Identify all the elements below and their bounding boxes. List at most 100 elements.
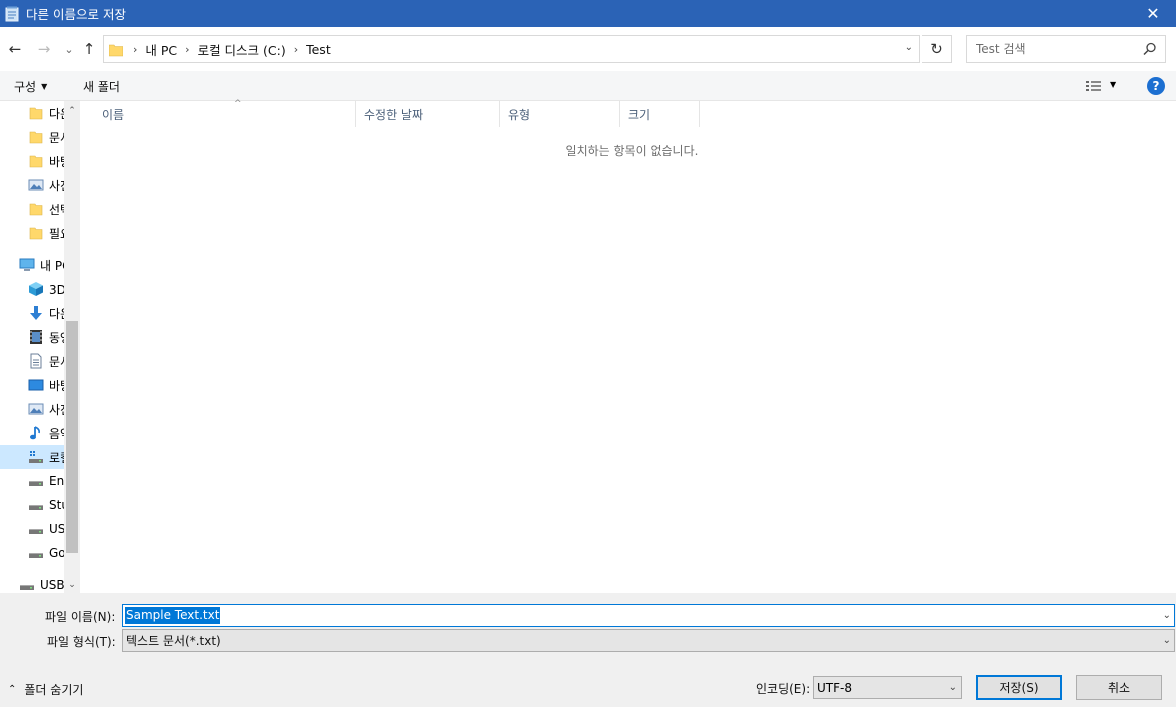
command-bar: 구성 ▼ 새 폴더 ▼ ? bbox=[0, 71, 1176, 101]
save-form: 파일 이름(N): Sample Text.txt ⌄ 파일 형식(T): 텍스… bbox=[0, 593, 1176, 707]
hide-folders-label: 폴더 숨기기 bbox=[24, 683, 84, 697]
sidebar-item[interactable]: 로컬 디스크 (C:) bbox=[0, 445, 64, 469]
sidebar-item-label: USB bbox=[40, 578, 64, 592]
column-size[interactable]: 크기 bbox=[620, 101, 700, 127]
sidebar-item[interactable]: Entertainment bbox=[0, 469, 64, 493]
download-icon bbox=[28, 305, 44, 321]
sidebar-item-label: 로컬 디스크 (C:) bbox=[49, 450, 64, 465]
sidebar-item[interactable]: Study bbox=[0, 493, 64, 517]
help-button[interactable]: ? bbox=[1147, 77, 1165, 95]
folder-icon bbox=[108, 43, 124, 57]
column-name[interactable]: 이름 ^ bbox=[94, 99, 356, 127]
up-button[interactable]: ↑ bbox=[80, 39, 98, 59]
address-bar[interactable]: › 내 PC › 로컬 디스크 (C:) › Test ⌄ bbox=[103, 35, 920, 63]
sidebar-item-label: 선택 bbox=[49, 202, 64, 217]
usb-drive-icon bbox=[19, 577, 35, 593]
chevron-down-icon[interactable]: ⌄ bbox=[1163, 635, 1171, 646]
close-button[interactable]: ✕ bbox=[1130, 0, 1176, 27]
sidebar-item[interactable]: 사진 bbox=[0, 173, 64, 197]
scroll-up-button[interactable]: ⌃ bbox=[64, 103, 80, 119]
sidebar-item[interactable]: 다운로드 bbox=[0, 101, 64, 125]
sidebar-item[interactable]: 사진 bbox=[0, 397, 64, 421]
scroll-down-button[interactable]: ⌄ bbox=[64, 577, 80, 593]
sidebar-item[interactable]: 동영상 bbox=[0, 325, 64, 349]
breadcrumb-local-disk[interactable]: 로컬 디스크 (C:) bbox=[198, 40, 286, 59]
save-button[interactable]: 저장(S) bbox=[976, 675, 1062, 700]
refresh-button[interactable]: ↻ bbox=[922, 35, 952, 63]
chevron-down-icon[interactable]: ⌄ bbox=[1163, 610, 1171, 621]
search-input[interactable] bbox=[976, 42, 1136, 56]
encoding-value: UTF-8 bbox=[817, 680, 852, 695]
sidebar-item[interactable]: 선택 bbox=[0, 197, 64, 221]
view-details-icon[interactable] bbox=[1085, 79, 1103, 93]
chevron-down-icon[interactable]: ⌄ bbox=[949, 682, 957, 693]
drive-icon bbox=[28, 497, 44, 513]
sidebar-item[interactable]: 음악 bbox=[0, 421, 64, 445]
file-list[interactable]: 이름 ^ 수정한 날짜 유형 크기 일치하는 항목이 없습니다. bbox=[80, 99, 1176, 593]
back-button[interactable]: ← bbox=[6, 39, 24, 59]
column-type-label: 유형 bbox=[508, 107, 531, 122]
column-date-modified[interactable]: 수정한 날짜 bbox=[356, 101, 500, 127]
sidebar-item[interactable]: 문서 bbox=[0, 125, 64, 149]
sidebar-item-label: 다운로드 bbox=[49, 306, 64, 321]
sidebar-item-label: USB bbox=[49, 522, 64, 536]
desktop-icon bbox=[28, 377, 44, 393]
sidebar-item-label: 바탕 화면 bbox=[49, 378, 64, 393]
organize-button[interactable]: 구성 ▼ bbox=[14, 78, 47, 95]
breadcrumb-my-pc[interactable]: 내 PC bbox=[145, 40, 177, 59]
filetype-value: 텍스트 문서(*.txt) bbox=[126, 634, 221, 648]
filetype-label: 파일 형식(T): bbox=[47, 635, 116, 649]
sidebar-item[interactable]: 다운로드 bbox=[0, 301, 64, 325]
filetype-select[interactable]: 텍스트 문서(*.txt) ⌄ bbox=[122, 629, 1175, 652]
sidebar-item[interactable]: 바탕 화면 bbox=[0, 149, 64, 173]
sidebar-item[interactable]: 바탕 화면 bbox=[0, 373, 64, 397]
column-name-label: 이름 bbox=[102, 107, 125, 122]
sidebar-item[interactable]: 문서 bbox=[0, 349, 64, 373]
filename-field[interactable]: Sample Text.txt ⌄ bbox=[122, 604, 1175, 627]
sidebar-item[interactable]: Google bbox=[0, 541, 64, 565]
computer-icon bbox=[19, 257, 35, 273]
breadcrumb-separator[interactable]: › bbox=[185, 43, 189, 56]
nav-scrollbar[interactable]: ⌃ ⌄ bbox=[64, 101, 80, 593]
pictures-icon bbox=[28, 177, 44, 193]
encoding-label: 인코딩(E): bbox=[756, 682, 811, 696]
breadcrumb-separator: › bbox=[133, 42, 138, 56]
search-icon[interactable] bbox=[1143, 42, 1157, 56]
column-type[interactable]: 유형 bbox=[500, 101, 620, 127]
sidebar-item[interactable]: USB bbox=[0, 573, 64, 593]
cancel-button[interactable]: 취소 bbox=[1076, 675, 1162, 700]
search-box[interactable] bbox=[966, 35, 1166, 63]
sort-ascending-icon: ^ bbox=[234, 99, 242, 109]
sidebar-item-label: Entertainment bbox=[49, 474, 64, 488]
breadcrumb-separator[interactable]: › bbox=[294, 43, 298, 56]
folder-icon bbox=[28, 225, 44, 241]
sidebar-item[interactable]: 3D 개체 bbox=[0, 277, 64, 301]
caret-down-icon: ▼ bbox=[41, 82, 48, 91]
breadcrumb-test[interactable]: Test bbox=[306, 42, 331, 57]
sidebar-item[interactable]: USB bbox=[0, 517, 64, 541]
chevron-down-icon[interactable]: ⌄ bbox=[905, 42, 913, 53]
breadcrumb: › 내 PC › 로컬 디스크 (C:) › Test bbox=[133, 40, 339, 59]
filename-label: 파일 이름(N): bbox=[45, 610, 116, 624]
sidebar-item-label: 3D 개체 bbox=[49, 282, 64, 297]
encoding-select[interactable]: UTF-8 ⌄ bbox=[813, 676, 962, 699]
title-bar: 다른 이름으로 저장 ✕ bbox=[0, 0, 1176, 27]
forward-button[interactable]: → bbox=[35, 39, 53, 59]
organize-label: 구성 bbox=[14, 80, 37, 94]
new-folder-button[interactable]: 새 폴더 bbox=[83, 78, 120, 95]
scrollbar-thumb[interactable] bbox=[66, 321, 78, 553]
video-icon bbox=[28, 329, 44, 345]
notepad-icon bbox=[4, 6, 20, 22]
pictures-icon bbox=[28, 401, 44, 417]
hide-folders-button[interactable]: ⌃ 폴더 숨기기 bbox=[8, 681, 83, 698]
navigation-pane: 다운로드문서바탕 화면사진선택필요내 PC3D 개체다운로드동영상문서바탕 화면… bbox=[0, 101, 80, 593]
folder-icon bbox=[28, 105, 44, 121]
sidebar-item[interactable]: 필요 bbox=[0, 221, 64, 245]
sidebar-item[interactable]: 내 PC bbox=[0, 253, 64, 277]
folder-icon bbox=[28, 153, 44, 169]
recent-locations-button[interactable]: ⌄ bbox=[60, 39, 78, 59]
sidebar-item-label: 문서 bbox=[49, 130, 64, 145]
filename-input[interactable]: Sample Text.txt bbox=[125, 607, 221, 624]
view-options-caret-icon[interactable]: ▼ bbox=[1110, 80, 1116, 89]
sidebar-item-label: 문서 bbox=[49, 354, 64, 369]
